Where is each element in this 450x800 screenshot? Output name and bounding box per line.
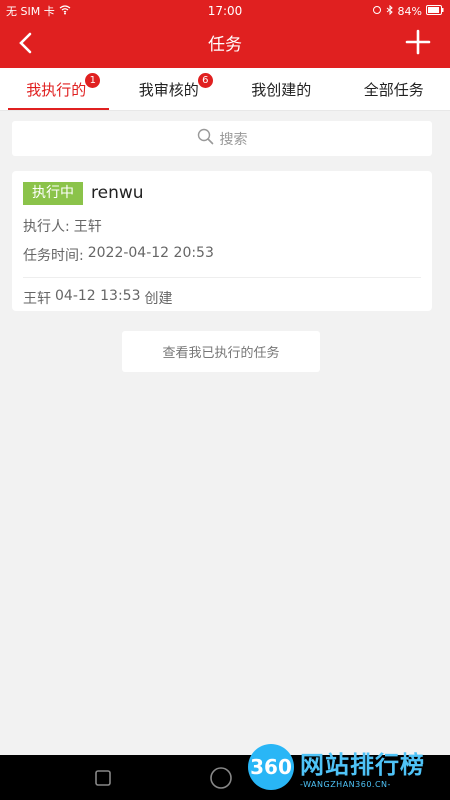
tab-bar: 我执行的 1 我审核的 6 我创建的 全部任务 (0, 68, 450, 111)
task-name: renwu (91, 183, 144, 203)
tab-label: 我执行的 (26, 80, 87, 99)
watermark-logo: 360 网站排行榜 -WANGZHAN360.CN- (248, 737, 450, 797)
status-bar: 无 SIM 卡 17:00 84% (0, 0, 450, 22)
recent-apps-button[interactable] (91, 766, 115, 790)
executor-row: 执行人: 王轩 (23, 216, 421, 236)
nav-bar: 任务 (0, 22, 450, 68)
tab-label-wrap: 我审核的 6 (138, 72, 213, 100)
divider (23, 277, 421, 278)
creator-name: 王轩 (23, 291, 51, 307)
tab-executed[interactable]: 我执行的 1 (0, 68, 113, 110)
task-card[interactable]: 执行中 renwu 执行人: 王轩 任务时间: 2022-04-12 20:53… (12, 171, 432, 311)
creator-row: 王轩 04-12 13:53 创建 (23, 288, 421, 308)
task-card-header: 执行中 renwu (23, 181, 421, 205)
watermark-subtitle: -WANGZHAN360.CN- (300, 780, 391, 789)
task-time: 2022-04-12 20:53 (87, 245, 214, 261)
tab-label: 我审核的 (138, 80, 199, 99)
executor-label: 执行人: (23, 219, 70, 235)
created-suffix: 创建 (144, 291, 173, 307)
tab-label: 我创建的 (251, 80, 312, 99)
watermark-circle: 360 (248, 744, 294, 790)
time-label: 任务时间: (23, 248, 84, 264)
add-task-button[interactable] (402, 28, 434, 60)
plus-icon (405, 29, 431, 59)
tab-label: 全部任务 (363, 80, 424, 99)
tab-reviewed[interactable]: 我审核的 6 (113, 68, 226, 110)
tab-count-badge: 6 (197, 72, 213, 88)
tab-label-wrap: 我执行的 1 (26, 72, 101, 100)
page-title: 任务 (208, 35, 242, 55)
status-badge: 执行中 (23, 181, 83, 205)
tab-count-badge: 1 (85, 72, 101, 88)
status-time: 17:00 (207, 4, 243, 18)
time-row: 任务时间: 2022-04-12 20:53 (23, 245, 421, 265)
search-placeholder: 搜索 (219, 131, 248, 148)
view-executed-tasks-button[interactable]: 查看我已执行的任务 (122, 331, 320, 372)
tab-created[interactable]: 我创建的 (225, 68, 338, 110)
created-at: 04-12 13:53 (55, 288, 141, 304)
search-input[interactable]: 搜索 (12, 121, 432, 156)
watermark-text: 网站排行榜 -WANGZHAN360.CN- (300, 745, 425, 789)
search-icon (197, 128, 214, 149)
executor-name: 王轩 (73, 219, 102, 235)
watermark-title: 网站排行榜 (300, 751, 425, 779)
tab-all[interactable]: 全部任务 (338, 68, 450, 110)
home-button[interactable] (209, 766, 233, 790)
